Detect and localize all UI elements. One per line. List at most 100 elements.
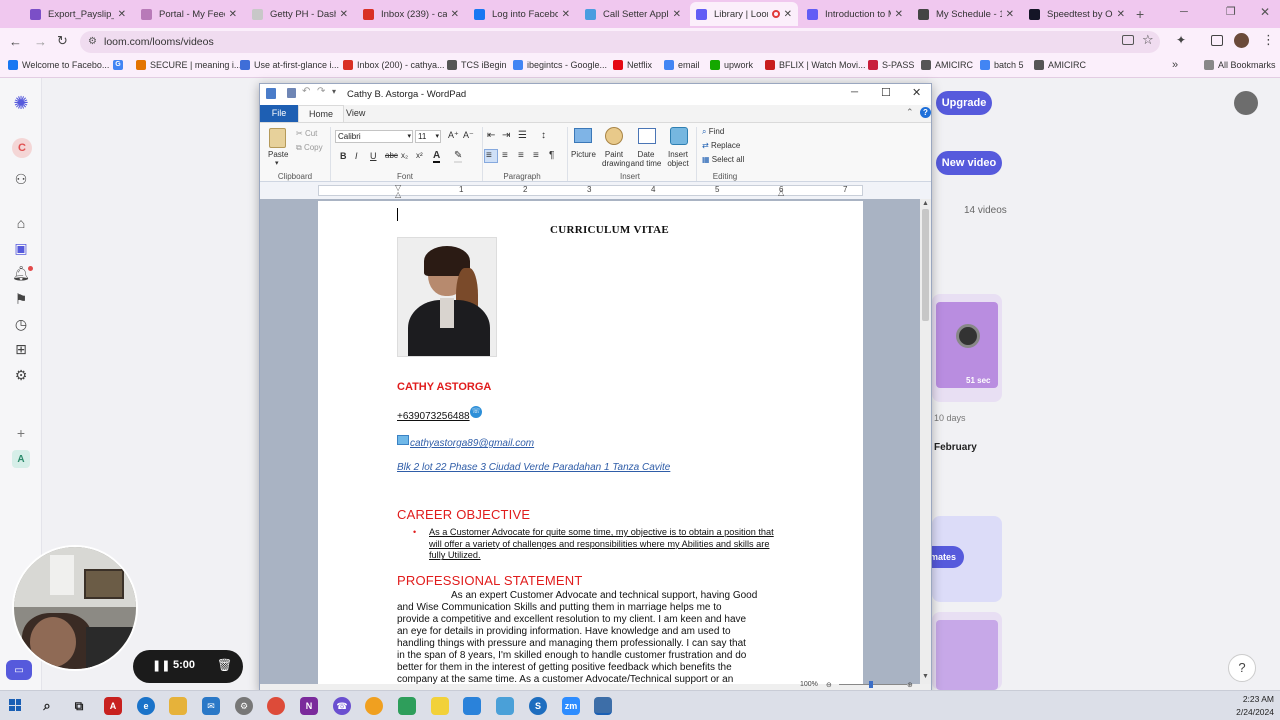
justify-icon[interactable]: ≡ — [533, 150, 539, 161]
tab-close-icon[interactable]: ✕ — [784, 9, 792, 20]
browser-tab[interactable]: Introduction to M ✕ — [801, 2, 909, 26]
camera-bubble[interactable] — [12, 545, 138, 671]
bookmark-item[interactable]: S-PASS — [868, 60, 914, 70]
new-video-button[interactable]: New video — [936, 151, 1002, 175]
tab-close-icon[interactable]: ✕ — [118, 9, 126, 20]
new-tab-button[interactable]: + — [1136, 6, 1144, 22]
tab-close-icon[interactable]: ✕ — [1117, 9, 1125, 20]
decrease-indent-icon[interactable]: ⇤ — [487, 130, 495, 141]
wp-minimize-button[interactable]: ─ — [851, 87, 858, 98]
task-view-icon[interactable]: ⧉ — [70, 697, 88, 715]
bookmark-star-icon[interactable]: ☆ — [1142, 32, 1154, 48]
font-color-button[interactable]: A — [433, 150, 441, 163]
font-family-select[interactable]: Calibri ▾ — [335, 130, 413, 143]
site-info-icon[interactable]: ⚙ — [88, 31, 97, 53]
insert-object-button[interactable]: Insert object — [666, 150, 690, 168]
chrome-icon[interactable] — [267, 697, 285, 715]
pause-icon[interactable]: ❚❚ — [152, 659, 170, 672]
minimize-icon[interactable]: ─ — [1180, 6, 1188, 18]
zoom-in-icon[interactable]: ⊕ — [907, 681, 913, 689]
settings-app-icon[interactable]: ⚙ — [235, 697, 253, 715]
line-spacing-icon[interactable]: ↕ — [541, 130, 546, 141]
tab-close-icon[interactable]: ✕ — [340, 9, 348, 20]
select-all-button[interactable]: ▦ Select all — [702, 155, 744, 164]
cut-button[interactable]: ✂ Cut — [296, 129, 317, 138]
scroll-thumb[interactable] — [922, 209, 929, 321]
grow-font-icon[interactable]: A⁺ — [448, 130, 459, 141]
replace-button[interactable]: ⇄ Replace — [702, 141, 740, 150]
tab-close-icon[interactable]: ✕ — [673, 9, 681, 20]
all-bookmarks[interactable]: All Bookmarks — [1204, 60, 1276, 70]
browser-tab[interactable]: Getty PH - Dashb ✕ — [246, 2, 354, 26]
view-tab[interactable]: View — [336, 105, 375, 122]
paint-drawing-button[interactable]: Paint drawing — [602, 150, 630, 168]
bookmark-item[interactable]: TCS iBegin — [447, 60, 507, 70]
sticky-notes-icon[interactable] — [431, 697, 449, 715]
ruler[interactable]: 1234567 ▽ △ △ — [260, 182, 931, 199]
address-bar[interactable]: ⚙ loom.com/looms/videos — [80, 31, 1160, 53]
side-panel-icon[interactable] — [1211, 35, 1223, 46]
email-address[interactable]: cathyastorga89@gmail.com — [410, 438, 534, 449]
help-button[interactable]: ? — [1228, 654, 1256, 682]
workspace-avatar[interactable]: C — [12, 138, 32, 158]
viber-icon[interactable]: ☎ — [333, 697, 351, 715]
video-card[interactable]: mates — [932, 516, 1002, 602]
video-card-thumbnail-2[interactable] — [932, 612, 1002, 690]
paste-dropdown-icon[interactable]: ▾ — [275, 159, 279, 167]
quick-access-dropdown-icon[interactable]: ▾ — [332, 87, 336, 96]
browser-tab[interactable]: Library | Loom ✕ — [690, 2, 798, 26]
more-bookmarks-icon[interactable]: » — [1172, 59, 1178, 71]
tab-close-icon[interactable]: ✕ — [562, 9, 570, 20]
home-icon[interactable]: ⌂ — [12, 214, 30, 232]
forward-icon[interactable]: → — [34, 34, 47, 49]
date-time-button[interactable]: Date and time — [630, 150, 662, 168]
paste-icon[interactable] — [269, 128, 286, 148]
document-area[interactable]: CURRICULUM VITAE CATHY ASTORGA +63907325… — [260, 199, 920, 684]
tab-close-icon[interactable]: ✕ — [451, 9, 459, 20]
bookmark-item[interactable]: BFLIX | Watch Movi... — [765, 60, 866, 70]
zoom-slider-thumb[interactable] — [869, 681, 873, 688]
zoom-out-icon[interactable]: ⊖ — [826, 681, 832, 689]
settings-gear-icon[interactable]: ⚙ — [12, 366, 30, 384]
right-indent-marker[interactable]: △ — [778, 188, 784, 197]
tab-close-icon[interactable]: ✕ — [1006, 9, 1014, 20]
file-tab[interactable]: File — [260, 105, 298, 122]
font-size-select[interactable]: 11 ▾ — [415, 130, 441, 143]
undo-icon[interactable]: ↶ — [302, 86, 310, 97]
browser-tab[interactable]: Inbox (239) - cath ✕ — [357, 2, 465, 26]
bookmark-icon[interactable]: ⚑ — [12, 290, 30, 308]
date-time-icon[interactable] — [638, 128, 656, 144]
left-indent-marker[interactable]: △ — [395, 190, 401, 199]
italic-button[interactable]: I — [355, 151, 358, 161]
clock-time[interactable]: 2:23 AM — [1236, 694, 1274, 704]
card-title[interactable]: February — [934, 442, 977, 453]
increase-indent-icon[interactable]: ⇥ — [502, 130, 510, 141]
back-icon[interactable]: ← — [9, 34, 22, 49]
help-icon[interactable]: ? — [920, 107, 931, 118]
align-center-icon[interactable]: ≡ — [502, 150, 508, 161]
shrink-font-icon[interactable]: A⁻ — [463, 130, 474, 141]
strikethrough-button[interactable]: abc — [385, 151, 398, 160]
space-avatar[interactable]: A — [12, 450, 30, 468]
bookmark-item[interactable]: email — [664, 60, 700, 70]
document-page[interactable]: CURRICULUM VITAE CATHY ASTORGA +63907325… — [318, 201, 863, 684]
file-explorer-icon[interactable] — [169, 697, 187, 715]
bookmark-item[interactable]: Welcome to Facebo... — [8, 60, 109, 70]
bookmark-item[interactable]: Use at-first-glance i... — [240, 60, 339, 70]
clock-date[interactable]: 2/24/2024 — [1230, 707, 1274, 717]
wp-maximize-button[interactable]: ☐ — [881, 86, 891, 99]
insert-object-icon[interactable] — [670, 127, 688, 145]
loom-logo-icon[interactable]: ✺ — [12, 93, 30, 113]
wordpad-taskbar-icon[interactable] — [594, 697, 612, 715]
redo-icon[interactable]: ↷ — [317, 86, 325, 97]
restore-icon[interactable]: ❐ — [1226, 5, 1236, 18]
edge-icon[interactable]: e — [137, 697, 155, 715]
library-icon[interactable]: ▣ — [12, 239, 30, 257]
picture-button[interactable]: Picture — [571, 150, 596, 159]
browser-tab[interactable]: Portal - My Feedb ✕ — [135, 2, 243, 26]
trash-icon[interactable]: 🗑︎ — [217, 658, 232, 672]
acrobat-icon[interactable]: A — [104, 697, 122, 715]
gift-icon[interactable]: ⊞ — [12, 340, 30, 358]
vertical-scrollbar[interactable]: ▲ ▼ — [920, 199, 931, 684]
video-card-thumbnail[interactable]: 51 sec — [932, 294, 1002, 402]
